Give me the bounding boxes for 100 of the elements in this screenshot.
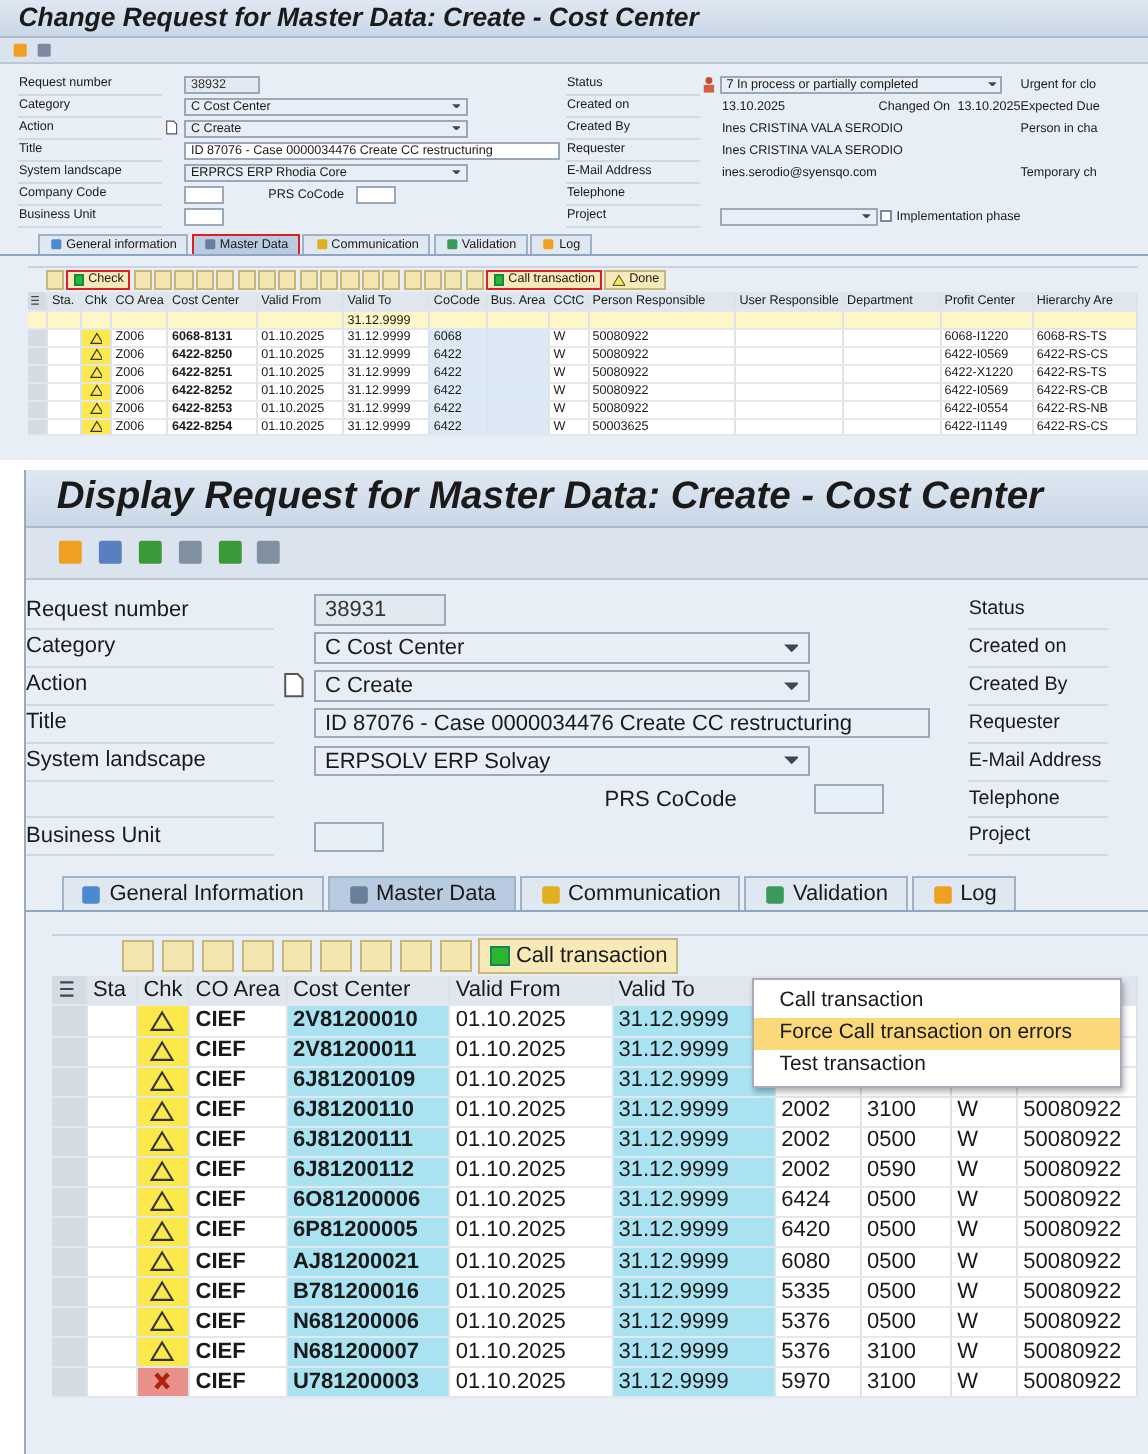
table-cell: 6J81200110 [286,1096,450,1127]
row-selector[interactable] [52,1066,87,1097]
input-field[interactable] [813,783,885,815]
row-selector[interactable] [52,1186,87,1218]
dropdown-caret-icon[interactable] [451,103,461,109]
menu-item[interactable]: Force Call transaction on errors [754,1017,1121,1050]
table-cell: 01.10.2025 [449,1247,613,1278]
tab[interactable]: Validation [744,875,908,911]
toolbar-icon[interactable] [135,538,165,568]
field-label: Action [26,665,275,706]
toolbar-icon[interactable] [215,538,244,568]
toolbar-icon[interactable] [399,940,432,973]
dropdown-caret-icon[interactable] [861,213,871,219]
table-cell: 31.12.9999 [612,1247,775,1278]
dropdown-caret-icon[interactable] [783,756,799,766]
dropdown-caret-icon[interactable] [451,169,461,175]
table-cell: AJ81200021 [286,1247,450,1278]
dropdown-field[interactable]: C Create [314,670,810,701]
table-cell: 0500 [860,1126,951,1157]
row-selector[interactable] [52,1247,87,1278]
row-selector[interactable] [27,418,48,436]
row-selector[interactable] [27,329,48,348]
tab[interactable]: Log [911,875,1017,911]
warning-triangle-icon [150,1159,176,1182]
table-cell: W [950,1247,1017,1278]
row-selector[interactable] [52,1307,87,1338]
table-cell: 01.10.2025 [449,1156,613,1187]
row-selector[interactable] [52,1156,87,1187]
document-icon[interactable] [166,120,179,136]
column-header[interactable]: CO Area [189,976,287,1006]
toolbar-icon[interactable] [320,940,353,973]
toolbar-icon[interactable] [281,940,313,973]
table-cell: CIEF [189,1156,287,1187]
warning-triangle-icon [150,1129,176,1152]
input-field[interactable] [356,185,397,204]
column-header[interactable]: Chk [136,976,190,1006]
checkbox[interactable] [880,210,893,223]
table-cell: 31.12.9999 [612,1186,775,1218]
input-field[interactable] [183,207,225,226]
field-label: Telephone [968,779,1108,819]
input-field[interactable] [314,821,385,853]
row-selector[interactable] [52,1367,87,1398]
toolbar-icon[interactable] [241,940,274,973]
tab[interactable]: Communication [519,875,741,911]
table-cell: 31.12.9999 [612,1307,775,1338]
table-cell: 50080922 [1016,1367,1138,1398]
row-selector[interactable] [27,364,48,383]
table-cell: 31.12.9999 [612,1126,775,1157]
field-label: Business Unit [26,816,275,857]
document-icon[interactable] [284,672,305,699]
toolbar-icon[interactable] [175,538,205,568]
input-field[interactable] [183,185,225,204]
row-selector[interactable] [27,347,48,365]
row-selector[interactable] [52,1126,87,1157]
row-selector[interactable] [27,400,48,419]
row-selector[interactable] [27,382,48,401]
tab[interactable]: General Information [61,875,324,911]
toolbar-icon[interactable] [201,940,234,973]
tab-icon [542,238,556,252]
warning-triangle-icon [150,1280,176,1303]
dropdown-caret-icon[interactable] [987,81,996,87]
dropdown-caret-icon[interactable] [783,643,799,653]
column-settings-icon[interactable] [30,294,44,307]
toolbar-icon[interactable] [162,940,195,973]
toolbar-icon[interactable] [56,538,86,568]
row-selector[interactable] [52,1277,87,1308]
table-cell: CIEF [189,1066,287,1097]
dropdown-field[interactable]: C Cost Center [314,632,810,664]
table-cell: CIEF [189,1126,287,1157]
row-selector[interactable] [52,1217,87,1248]
table-cell: CIEF [189,1186,287,1218]
toolbar-icon[interactable] [254,538,284,568]
dropdown-field[interactable]: ERPSOLV ERP Solvay [314,745,810,777]
tab-icon [49,238,63,252]
toolbar-icon[interactable] [122,940,155,973]
column-header[interactable]: Valid From [449,976,613,1006]
table-cell: 5335 [774,1277,861,1308]
toolbar-button[interactable]: Call transaction [478,938,679,975]
column-header[interactable]: Sta [86,976,137,1006]
row-selector[interactable] [52,1337,87,1368]
field-label: PRS CoCode [604,787,737,812]
table-cell: 31.12.9999 [612,1217,775,1248]
tab[interactable]: Master Data [327,875,516,911]
table-cell: 50080922 [1016,1277,1138,1308]
toolbar-icon[interactable] [96,538,125,568]
dropdown-caret-icon[interactable] [783,681,799,690]
table-cell: W [950,1307,1017,1338]
row-selector[interactable] [52,1036,87,1067]
table-cell: 5376 [774,1337,861,1368]
dropdown-caret-icon[interactable] [451,125,461,131]
row-selector[interactable] [52,1096,87,1127]
field-label: Created By [968,665,1108,706]
square-icon [73,274,85,286]
column-header[interactable]: Cost Center [286,976,450,1006]
dropdown-field[interactable] [719,207,878,226]
toolbar-icon[interactable] [360,940,392,973]
square-icon [489,946,510,967]
table-cell: 5970 [774,1367,861,1398]
toolbar-icon[interactable] [439,940,472,973]
title-field[interactable]: ID 87076 - Case 0000034476 Create CC restructuring [314,708,931,739]
